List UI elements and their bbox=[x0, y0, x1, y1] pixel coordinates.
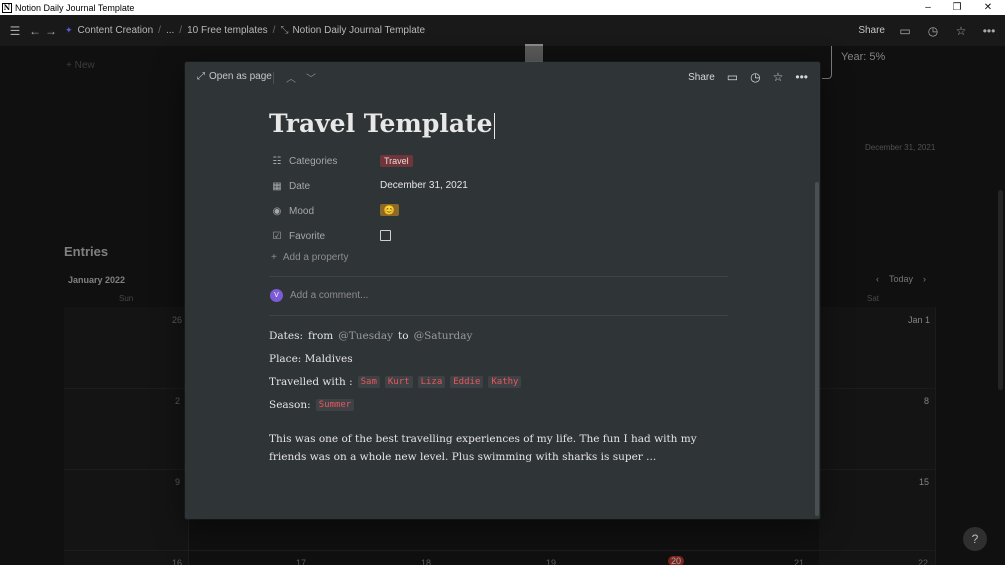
breadcrumb-separator: / bbox=[158, 25, 161, 36]
checkbox-icon: ☑ bbox=[272, 230, 282, 242]
page-title[interactable]: Travel Template bbox=[269, 109, 495, 139]
history-clock-icon[interactable]: ◷ bbox=[750, 70, 760, 84]
restore-button[interactable]: ❐ bbox=[942, 0, 972, 15]
date-mention-end[interactable]: @Saturday bbox=[414, 330, 473, 342]
property-label: Mood bbox=[289, 205, 315, 217]
property-categories[interactable]: ☷ Categories bbox=[271, 151, 338, 171]
property-label: Categories bbox=[289, 155, 338, 167]
comment-row[interactable]: V Add a comment... bbox=[270, 289, 368, 302]
comment-icon[interactable]: ▭ bbox=[897, 24, 913, 38]
dates-to-text: to bbox=[398, 330, 409, 342]
dates-label: Dates: bbox=[269, 330, 304, 342]
companion-tag: Kurt bbox=[384, 376, 413, 388]
favorite-checkbox[interactable] bbox=[380, 229, 391, 241]
breadcrumb-ellipsis[interactable]: ... bbox=[166, 25, 174, 36]
travelled-with-label: Travelled with : bbox=[269, 376, 353, 388]
favorite-star-icon[interactable]: ☆ bbox=[773, 70, 784, 84]
more-options-icon[interactable]: ••• bbox=[981, 24, 997, 38]
previous-item-icon[interactable]: ︿ bbox=[286, 70, 296, 85]
breadcrumb-separator: / bbox=[179, 25, 183, 36]
more-options-icon[interactable]: ••• bbox=[795, 70, 808, 84]
notion-topbar: ☰ ← → ✦ Content Creation / ... / 10 Free… bbox=[0, 15, 1005, 46]
next-item-icon[interactable]: ﹀ bbox=[306, 70, 316, 85]
add-property-label: Add a property bbox=[282, 252, 349, 263]
dates-from-text: from bbox=[308, 330, 334, 342]
favorite-value[interactable] bbox=[380, 225, 391, 245]
history-clock-icon[interactable]: ◷ bbox=[925, 24, 941, 38]
calendar-icon: ▦ bbox=[272, 180, 282, 192]
back-arrow-icon[interactable]: ← bbox=[27, 24, 43, 38]
property-favorite[interactable]: ☑ Favorite bbox=[271, 226, 326, 246]
category-tag: Travel bbox=[380, 155, 413, 167]
menu-icon[interactable]: ☰ bbox=[7, 24, 23, 38]
page-icon: ⤡ bbox=[280, 25, 289, 36]
add-property-button[interactable]: + Add a property bbox=[271, 252, 348, 263]
travelled-with-line[interactable]: Travelled with : Sam Kurt Liza Eddie Kat… bbox=[269, 376, 522, 388]
avatar: V bbox=[270, 289, 283, 302]
breadcrumb-current-page[interactable]: Notion Daily Journal Template bbox=[292, 25, 425, 36]
text-caret bbox=[493, 112, 495, 139]
close-window-button[interactable]: ✕ bbox=[973, 0, 1003, 15]
divider bbox=[269, 276, 728, 277]
modal-toolbar: ⤢ Open as page ︿ ﹀ Share ▭ ◷ ☆ ••• bbox=[185, 62, 820, 92]
workspace-icon: ✦ bbox=[65, 25, 73, 35]
date-value[interactable]: December 31, 2021 bbox=[380, 175, 468, 195]
window-title: Notion Daily Journal Template bbox=[15, 2, 135, 13]
breadcrumb-separator: / bbox=[272, 25, 276, 36]
modal-scrollbar[interactable] bbox=[815, 182, 819, 516]
modal-share-button[interactable]: Share bbox=[688, 72, 715, 83]
modal-nav: ︿ ﹀ bbox=[273, 70, 316, 85]
companion-tag: Kathy bbox=[488, 376, 522, 388]
property-mood[interactable]: ◉ Mood bbox=[271, 201, 314, 221]
property-label: Favorite bbox=[289, 230, 326, 242]
notion-app-icon: N bbox=[2, 2, 12, 13]
divider bbox=[269, 315, 728, 316]
property-date[interactable]: ▦ Date bbox=[271, 176, 310, 196]
dates-line[interactable]: Dates: from @Tuesday to @Saturday bbox=[269, 330, 472, 342]
place-line[interactable]: Place: Maldives bbox=[269, 353, 353, 365]
select-icon: ◉ bbox=[272, 205, 282, 217]
plus-icon: + bbox=[271, 252, 277, 263]
list-icon: ☷ bbox=[272, 155, 282, 167]
journal-paragraph[interactable]: This was one of the best travelling expe… bbox=[269, 430, 731, 466]
minimize-button[interactable]: – bbox=[913, 0, 943, 15]
season-label: Season: bbox=[269, 399, 311, 411]
categories-value[interactable]: Travel bbox=[380, 151, 413, 171]
modal-actions: Share ▭ ◷ ☆ ••• bbox=[688, 70, 808, 84]
property-label: Date bbox=[289, 180, 311, 192]
breadcrumb-content-creation[interactable]: Content Creation bbox=[78, 25, 154, 36]
expand-icon: ⤢ bbox=[197, 71, 205, 82]
page-peek-modal: ⤢ Open as page ︿ ﹀ Share ▭ ◷ ☆ ••• Trave… bbox=[185, 62, 820, 519]
comment-input[interactable]: Add a comment... bbox=[290, 290, 368, 301]
toolbar-divider bbox=[273, 71, 274, 84]
companion-tag: Liza bbox=[417, 376, 446, 388]
breadcrumb-free-templates[interactable]: 10 Free templates bbox=[187, 25, 268, 36]
companion-tag: Sam bbox=[357, 376, 380, 388]
season-line[interactable]: Season: Summer bbox=[269, 399, 355, 411]
open-as-page-label: Open as page bbox=[209, 71, 272, 82]
comment-icon[interactable]: ▭ bbox=[727, 70, 738, 84]
mood-emoji-badge: 😊 bbox=[380, 204, 399, 216]
favorite-star-icon[interactable]: ☆ bbox=[953, 24, 969, 38]
topbar-actions: Share ▭ ◷ ☆ ••• bbox=[858, 15, 997, 46]
topbar-share-button[interactable]: Share bbox=[858, 25, 885, 36]
help-button[interactable]: ? bbox=[963, 527, 987, 551]
mood-value[interactable]: 😊 bbox=[380, 200, 399, 220]
season-tag: Summer bbox=[315, 399, 355, 411]
companion-tag: Eddie bbox=[450, 376, 484, 388]
date-mention-start[interactable]: @Tuesday bbox=[338, 330, 393, 342]
open-as-page-button[interactable]: ⤢ Open as page bbox=[197, 71, 272, 82]
window-title-bar: N Notion Daily Journal Template – ❐ ✕ bbox=[0, 0, 1005, 15]
forward-arrow-icon[interactable]: → bbox=[43, 24, 59, 38]
